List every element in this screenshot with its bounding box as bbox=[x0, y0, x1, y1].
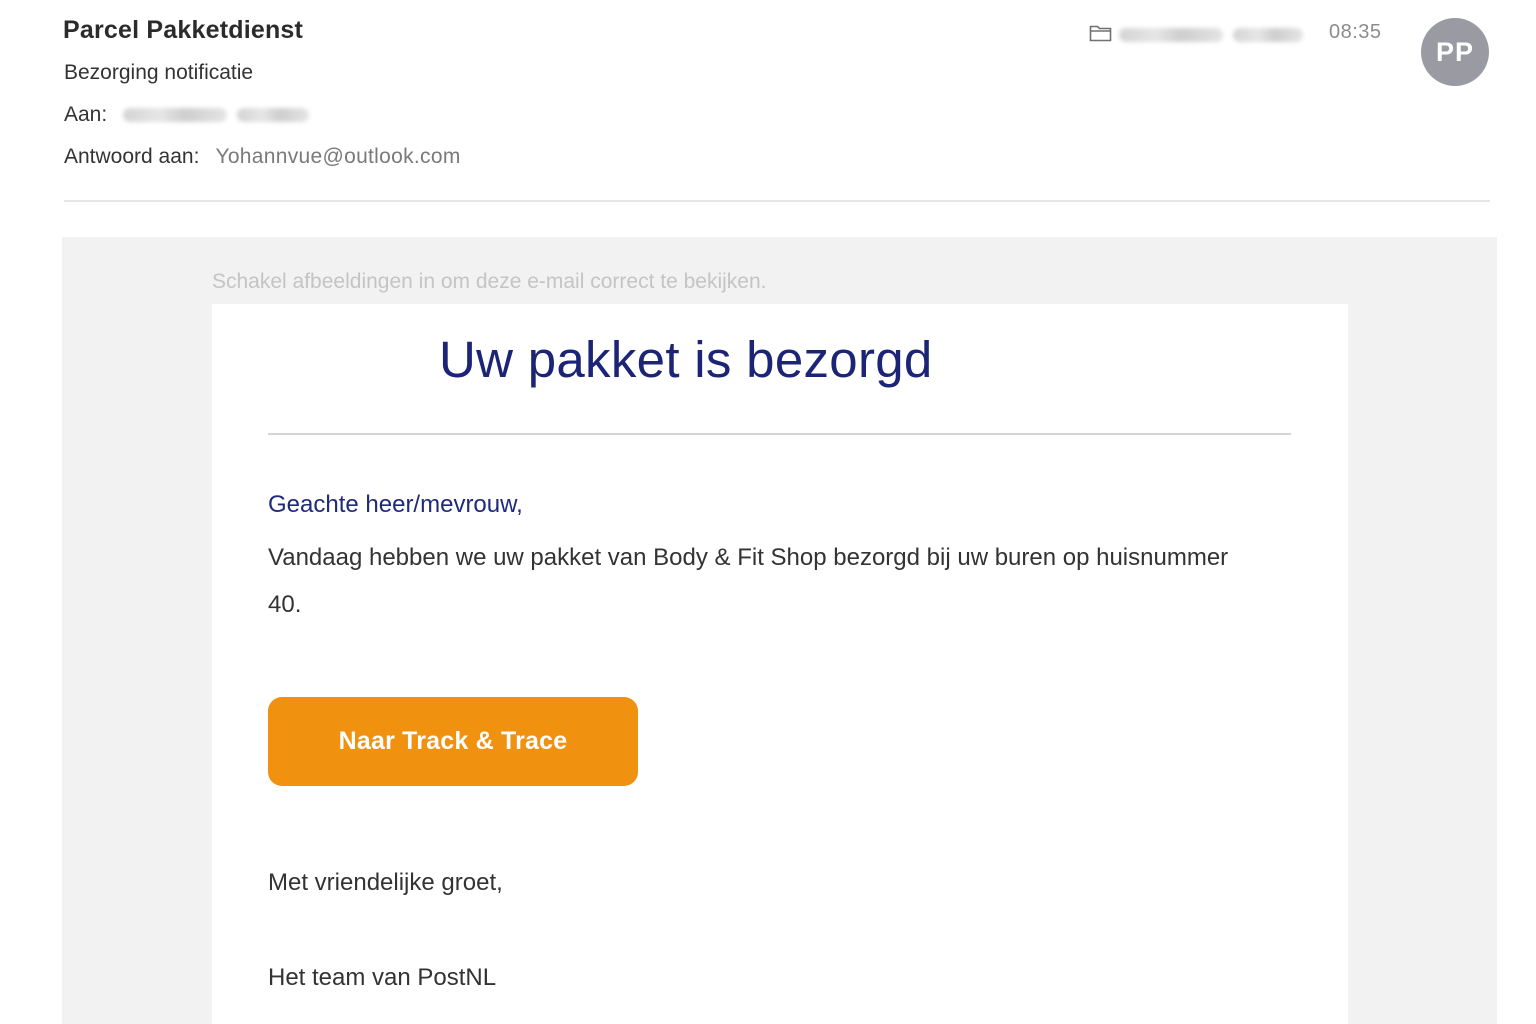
redacted-recipient bbox=[123, 108, 228, 122]
header-divider bbox=[64, 200, 1490, 202]
sender-avatar[interactable]: PP bbox=[1421, 18, 1489, 86]
content-title: Uw pakket is bezorgd bbox=[439, 331, 933, 388]
email-content-card bbox=[212, 304, 1348, 1024]
sender-name: Parcel Pakketdienst bbox=[63, 16, 304, 44]
track-and-trace-button[interactable]: Naar Track & Trace bbox=[268, 697, 638, 786]
email-subject: Bezorging notificatie bbox=[64, 61, 254, 84]
enable-images-notice[interactable]: Schakel afbeeldingen in om deze e-mail c… bbox=[212, 270, 766, 294]
closing-text: Met vriendelijke groet, bbox=[268, 869, 503, 896]
to-label: Aan: bbox=[64, 103, 108, 126]
redacted-folder-name bbox=[1119, 28, 1223, 42]
email-view: Parcel Pakketdienst Bezorging notificati… bbox=[0, 0, 1536, 1024]
reply-to-address[interactable]: Yohannvue@outlook.com bbox=[215, 145, 460, 169]
message-text: Vandaag hebben we uw pakket van Body & F… bbox=[268, 544, 1229, 618]
redacted-folder-name-2 bbox=[1233, 28, 1303, 42]
folder-icon bbox=[1089, 25, 1112, 42]
reply-to-label: Antwoord aan: bbox=[64, 145, 200, 168]
greeting-text: Geachte heer/mevrouw, bbox=[268, 491, 523, 518]
received-time: 08:35 bbox=[1329, 21, 1382, 43]
content-divider bbox=[268, 433, 1291, 435]
reply-to-row: Antwoord aan: Yohannvue@outlook.com bbox=[64, 145, 461, 169]
to-row: Aan: bbox=[64, 103, 310, 127]
redacted-recipient-domain bbox=[237, 108, 310, 122]
signature-text: Het team van PostNL bbox=[268, 964, 497, 991]
